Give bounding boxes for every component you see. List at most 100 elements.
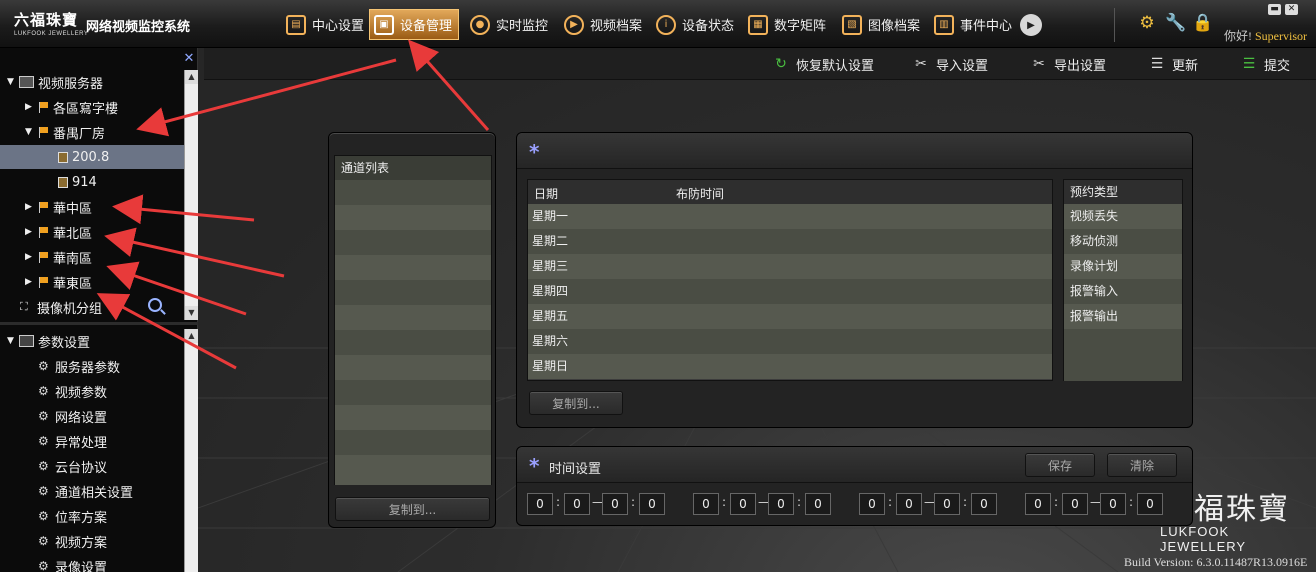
end-hour-field[interactable]: 0: [768, 493, 794, 515]
scroll-up-icon[interactable]: ▲: [185, 329, 198, 343]
tree-item-south-china[interactable]: ▶ 華南區: [0, 245, 184, 269]
channel-list[interactable]: 通道列表: [334, 155, 492, 485]
collapse-triangle-icon[interactable]: ▶: [24, 102, 33, 112]
param-scrollbar[interactable]: ▲: [184, 329, 198, 572]
param-item-recording[interactable]: ⚙ 录像设置: [0, 554, 184, 572]
list-item[interactable]: [335, 405, 491, 430]
list-item[interactable]: 报警输出: [1064, 304, 1182, 329]
start-minute-field[interactable]: 0: [896, 493, 922, 515]
start-minute-field[interactable]: 0: [1062, 493, 1088, 515]
nav-event-center[interactable]: ▥ 事件中心: [930, 9, 1018, 40]
end-hour-field[interactable]: 0: [602, 493, 628, 515]
table-row[interactable]: 星期六: [528, 329, 1052, 354]
param-item-server-params[interactable]: ⚙ 服务器参数: [0, 354, 184, 378]
list-item[interactable]: [1064, 329, 1182, 381]
lock-icon[interactable]: 🔒: [1192, 13, 1213, 33]
tree-item-panyu-factory[interactable]: ▼ 番禺厂房: [0, 120, 184, 144]
nav-more-arrow-icon[interactable]: ▶: [1020, 14, 1042, 36]
list-item[interactable]: [335, 280, 491, 305]
nav-video-archive[interactable]: ▶ 视频档案: [560, 9, 648, 40]
nav-image-archive[interactable]: ▧ 图像档案: [838, 9, 926, 40]
start-hour-field[interactable]: 0: [859, 493, 885, 515]
tree-item-video-servers[interactable]: ▼ 视频服务器: [0, 70, 184, 94]
list-item[interactable]: 移动侦测: [1064, 229, 1182, 254]
clear-button[interactable]: 清除: [1107, 453, 1177, 477]
collapse-triangle-icon[interactable]: ▶: [24, 252, 33, 262]
import-settings-button[interactable]: ✂ 导入设置: [912, 54, 988, 74]
param-item-network[interactable]: ⚙ 网络设置: [0, 404, 184, 428]
submit-button[interactable]: ☰ 提交: [1240, 54, 1290, 74]
start-minute-field[interactable]: 0: [564, 493, 590, 515]
table-row[interactable]: 星期一: [528, 204, 1052, 229]
list-item[interactable]: [335, 230, 491, 255]
list-item[interactable]: [335, 430, 491, 455]
end-minute-field[interactable]: 0: [1137, 493, 1163, 515]
tree-item-central-china[interactable]: ▶ 華中區: [0, 195, 184, 219]
tree-item-device-200-8[interactable]: 200.8: [0, 145, 184, 169]
end-hour-field[interactable]: 0: [1100, 493, 1126, 515]
scroll-up-icon[interactable]: ▲: [185, 70, 198, 84]
param-item-bitrate[interactable]: ⚙ 位率方案: [0, 504, 184, 528]
expand-triangle-icon[interactable]: ▼: [6, 77, 15, 87]
param-item-ptz[interactable]: ⚙ 云台协议: [0, 454, 184, 478]
expand-triangle-icon[interactable]: ▼: [6, 336, 15, 346]
param-item-video-params[interactable]: ⚙ 视频参数: [0, 379, 184, 403]
table-row[interactable]: 星期三: [528, 254, 1052, 279]
table-row[interactable]: 星期五: [528, 304, 1052, 329]
minimize-icon[interactable]: ▬: [1268, 4, 1281, 15]
search-icon[interactable]: [148, 298, 162, 312]
start-hour-field[interactable]: 0: [527, 493, 553, 515]
list-item[interactable]: [335, 355, 491, 380]
scroll-down-icon[interactable]: ▼: [185, 306, 198, 320]
list-item[interactable]: [335, 305, 491, 330]
list-item[interactable]: 视频丢失: [1064, 204, 1182, 229]
export-settings-button[interactable]: ✂ 导出设置: [1030, 54, 1106, 74]
close-sidebar-icon[interactable]: ✕: [182, 52, 196, 66]
start-minute-field[interactable]: 0: [730, 493, 756, 515]
end-minute-field[interactable]: 0: [805, 493, 831, 515]
restore-default-button[interactable]: ↻ 恢复默认设置: [772, 54, 874, 74]
username[interactable]: Supervisor: [1255, 29, 1307, 43]
tree-scrollbar[interactable]: ▲ ▼: [184, 70, 198, 320]
list-item[interactable]: [335, 380, 491, 405]
schedule-copy-button[interactable]: 复制到...: [529, 391, 623, 415]
nav-device-status[interactable]: i 设备状态: [652, 9, 740, 40]
expand-triangle-icon[interactable]: ▼: [24, 127, 33, 137]
save-button[interactable]: 保存: [1025, 453, 1095, 477]
end-minute-field[interactable]: 0: [639, 493, 665, 515]
start-hour-field[interactable]: 0: [693, 493, 719, 515]
collapse-triangle-icon[interactable]: ▶: [24, 202, 33, 212]
update-button[interactable]: ☰ 更新: [1148, 54, 1198, 74]
start-hour-field[interactable]: 0: [1025, 493, 1051, 515]
table-row[interactable]: 星期二: [528, 229, 1052, 254]
collapse-triangle-icon[interactable]: ▶: [24, 277, 33, 287]
tree-item-device-914[interactable]: 914: [0, 170, 184, 194]
end-hour-field[interactable]: 0: [934, 493, 960, 515]
list-item[interactable]: 报警输入: [1064, 279, 1182, 304]
list-item[interactable]: [335, 205, 491, 230]
list-item[interactable]: [335, 255, 491, 280]
nav-live-monitor[interactable]: ● 实时监控: [466, 9, 554, 40]
tree-item-north-china[interactable]: ▶ 華北區: [0, 220, 184, 244]
param-item-video-scheme[interactable]: ⚙ 视频方案: [0, 529, 184, 553]
tree-item-offices[interactable]: ▶ 各區寫字樓: [0, 95, 184, 119]
nav-device-management[interactable]: ▣ 设备管理: [369, 9, 460, 40]
param-item-exception[interactable]: ⚙ 异常处理: [0, 429, 184, 453]
list-item[interactable]: 录像计划: [1064, 254, 1182, 279]
table-row[interactable]: 星期日: [528, 354, 1052, 379]
collapse-triangle-icon[interactable]: ▶: [24, 227, 33, 237]
end-minute-field[interactable]: 0: [971, 493, 997, 515]
list-item[interactable]: [335, 330, 491, 355]
tree-item-params[interactable]: ▼ 参数设置: [0, 329, 184, 353]
param-item-channel[interactable]: ⚙ 通道相关设置: [0, 479, 184, 503]
tree-item-east-china[interactable]: ▶ 華東區: [0, 270, 184, 294]
wrench-icon[interactable]: 🔧: [1165, 13, 1186, 33]
list-item[interactable]: [335, 180, 491, 205]
gear-icon[interactable]: ⚙: [1138, 13, 1156, 33]
list-item[interactable]: [335, 455, 491, 485]
table-row[interactable]: 星期四: [528, 279, 1052, 304]
nav-center-settings[interactable]: ▤ 中心设置: [282, 9, 370, 40]
channel-copy-button[interactable]: 复制到...: [335, 497, 490, 521]
nav-digital-matrix[interactable]: ▦ 数字矩阵: [744, 9, 832, 40]
close-icon[interactable]: ✕: [1285, 4, 1298, 15]
